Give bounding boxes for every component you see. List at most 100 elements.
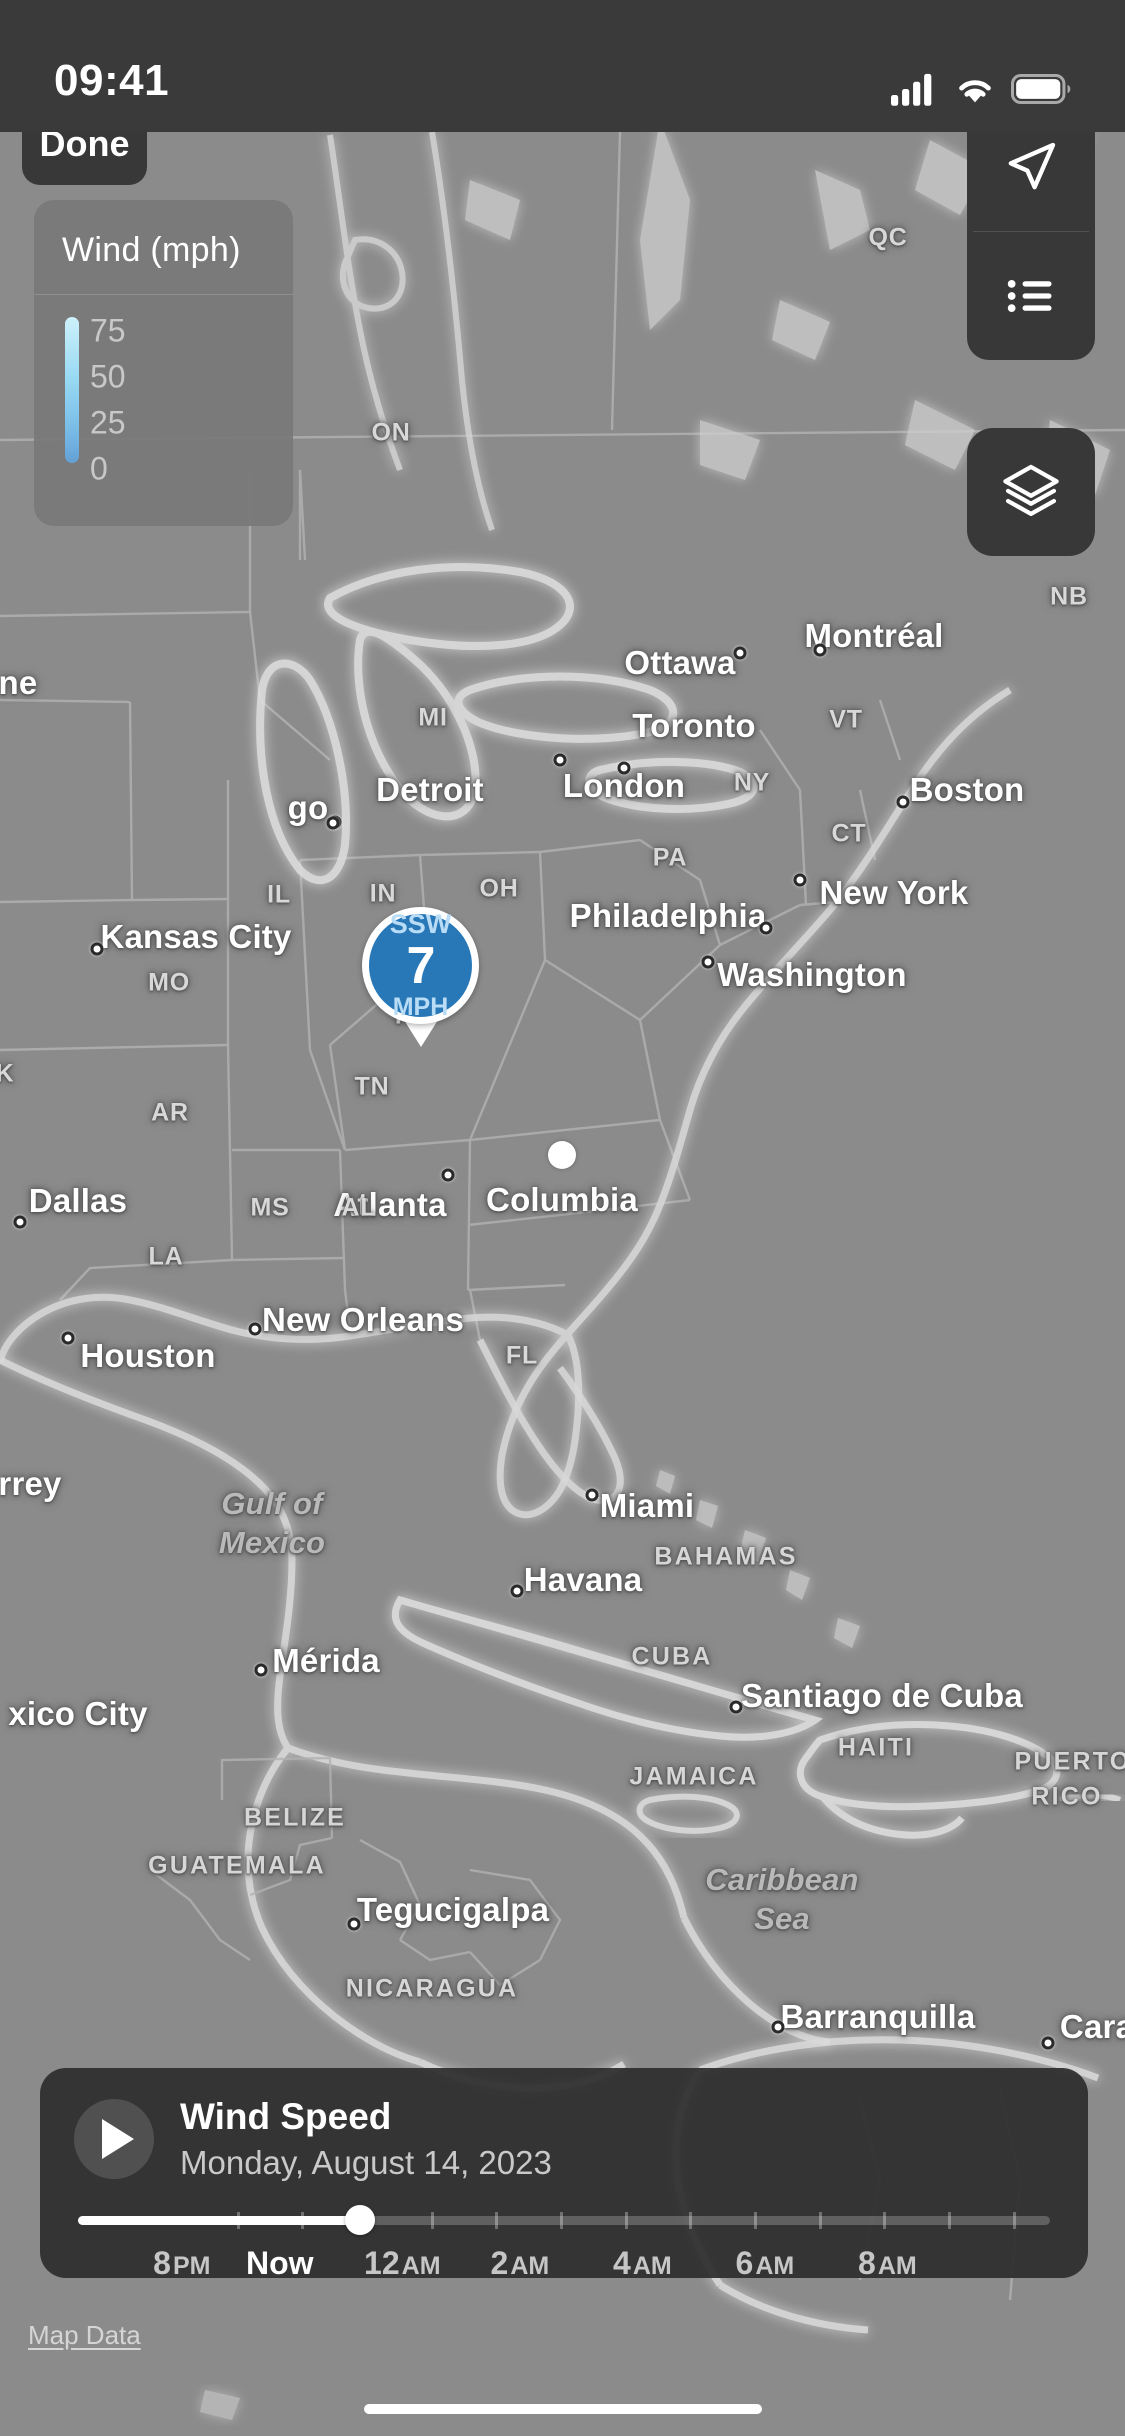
map-sea-label: Caribbean <box>705 1862 859 1897</box>
map-data-link[interactable]: Map Data <box>28 2320 141 2351</box>
status-bar-indicators <box>891 72 1071 106</box>
map-city-label: Columbia <box>486 1181 638 1218</box>
map-city-dot <box>771 2020 785 2034</box>
map-city-label: Cara <box>1059 2008 1125 2045</box>
map-city-label: Tegucigalpa <box>356 1891 550 1928</box>
legend-tick-0: 0 <box>90 450 108 487</box>
callout-tail-icon <box>403 1020 438 1047</box>
current-location-dot <box>548 1141 576 1169</box>
map-country-label: PUERTO <box>1014 1747 1125 1776</box>
map-city-dot <box>813 643 827 657</box>
map-city-label: Miami <box>599 1487 695 1524</box>
map-city-dot <box>1041 2036 1055 2050</box>
map-city-label: Toronto <box>632 707 756 744</box>
timeline-time-label: 4AM <box>613 2244 672 2281</box>
battery-icon <box>1011 74 1071 104</box>
map-city-label: xico City <box>8 1695 148 1732</box>
map-city-label: New York <box>819 874 969 911</box>
map-city-dot <box>733 646 747 660</box>
callout-value: 7 <box>406 937 436 995</box>
legend-title: Wind (mph) <box>62 231 241 269</box>
phone-screen: Montréal Ottawa Toronto Boston London Detroit… <box>0 0 1125 2436</box>
wind-callout[interactable]: SSW 7 MPH <box>362 907 479 1047</box>
map-state-label: AL <box>341 1193 377 1222</box>
map-state-label: IN <box>369 879 397 908</box>
timeline-tick <box>818 2211 822 2229</box>
timeline-tick <box>560 2211 564 2229</box>
timeline-tick <box>624 2211 628 2229</box>
map-state-label: TN <box>354 1072 390 1101</box>
map-city-dot <box>759 921 773 935</box>
map-country-label: JAMAICA <box>629 1762 759 1791</box>
map-city-dot <box>347 1917 361 1931</box>
player-text: Wind Speed Monday, August 14, 2023 <box>180 2096 552 2183</box>
map-sea-label: Sea <box>754 1901 810 1936</box>
timeline-labels: 8PM Now 12AM 2AM 4AM 6AM 8AM <box>74 2245 1054 2289</box>
home-indicator <box>363 2404 762 2414</box>
timeline-time-label: 8PM <box>153 2244 211 2281</box>
map-state-label: NB <box>1050 582 1088 611</box>
legend-tick-50: 50 <box>90 358 126 395</box>
map-sea-label: Mexico <box>218 1525 326 1560</box>
map-city-label: Mérida <box>272 1642 380 1679</box>
cellular-signal-icon <box>891 73 932 106</box>
map-city-dot <box>896 795 910 809</box>
map-city-label: rrey <box>0 1465 62 1502</box>
map-city-label: Dallas <box>28 1182 128 1219</box>
timeline-tick <box>883 2211 887 2229</box>
map-city-label: ne <box>0 664 38 701</box>
map-state-label: ON <box>371 418 411 447</box>
map-city-label: London <box>562 767 686 804</box>
navigation-arrow-icon <box>1008 142 1056 190</box>
map-city-dot <box>326 816 340 830</box>
status-bar: 09:41 <box>0 0 1125 132</box>
map-state-label: VT <box>829 705 863 734</box>
map-city-label: Barranquilla <box>780 1998 976 2035</box>
map-state-label: OH <box>479 874 519 903</box>
map-state-label: AR <box>151 1098 189 1127</box>
timeline-tick <box>948 2211 952 2229</box>
map-country-label: RICO <box>1031 1782 1103 1811</box>
legend-scale: 75 50 25 0 <box>34 295 293 487</box>
map-state-label: IL <box>267 880 291 909</box>
map-state-label: MI <box>418 703 448 732</box>
map-city-label: New Orleans <box>261 1301 465 1338</box>
map-city-dot <box>793 873 807 887</box>
timeline-progress <box>78 2215 360 2225</box>
map-state-label: LA <box>148 1242 184 1271</box>
map-city-label: Boston <box>909 771 1025 808</box>
map-layers-button[interactable] <box>967 428 1095 556</box>
bulleted-list-icon <box>1007 280 1052 312</box>
play-button[interactable] <box>74 2099 154 2180</box>
map-city-label: Houston <box>80 1337 216 1374</box>
map-state-label: FL <box>505 1341 539 1370</box>
map-sea-label: Gulf of <box>221 1486 323 1521</box>
map-country-label: BAHAMAS <box>654 1542 798 1571</box>
map-city-label: Detroit <box>376 771 484 808</box>
map-state-label: CT <box>831 819 867 848</box>
play-triangle-icon <box>101 2119 134 2160</box>
map-state-label: K <box>0 1059 15 1088</box>
timeline-tick <box>495 2211 499 2229</box>
map-city-dot <box>701 955 715 969</box>
timeline-slider[interactable] <box>74 2204 1054 2235</box>
timeline-tick <box>754 2211 758 2229</box>
callout-unit: MPH <box>392 993 449 1021</box>
timeline-time-label: 8AM <box>858 2244 917 2281</box>
wifi-icon <box>959 80 991 103</box>
map-country-label: CUBA <box>631 1642 713 1671</box>
legend-list-button[interactable] <box>967 232 1095 360</box>
timeline-time-label: 12AM <box>364 2244 441 2281</box>
timeline-time-label: 6AM <box>735 2244 795 2281</box>
callout-bubble: SSW 7 MPH <box>362 907 479 1024</box>
map-city-dot <box>61 1331 75 1345</box>
timeline-time-label: Now <box>246 2244 314 2281</box>
player-title: Wind Speed <box>180 2096 392 2137</box>
map-city-dot <box>441 1168 455 1182</box>
map-country-label: HAITI <box>837 1733 915 1762</box>
timeline-knob[interactable] <box>345 2204 375 2235</box>
map-city-dot <box>90 942 104 956</box>
layers-icon <box>1003 464 1059 516</box>
wind-legend-panel: Wind (mph) 75 50 25 0 <box>34 200 293 526</box>
map-city-dot <box>729 1700 743 1714</box>
